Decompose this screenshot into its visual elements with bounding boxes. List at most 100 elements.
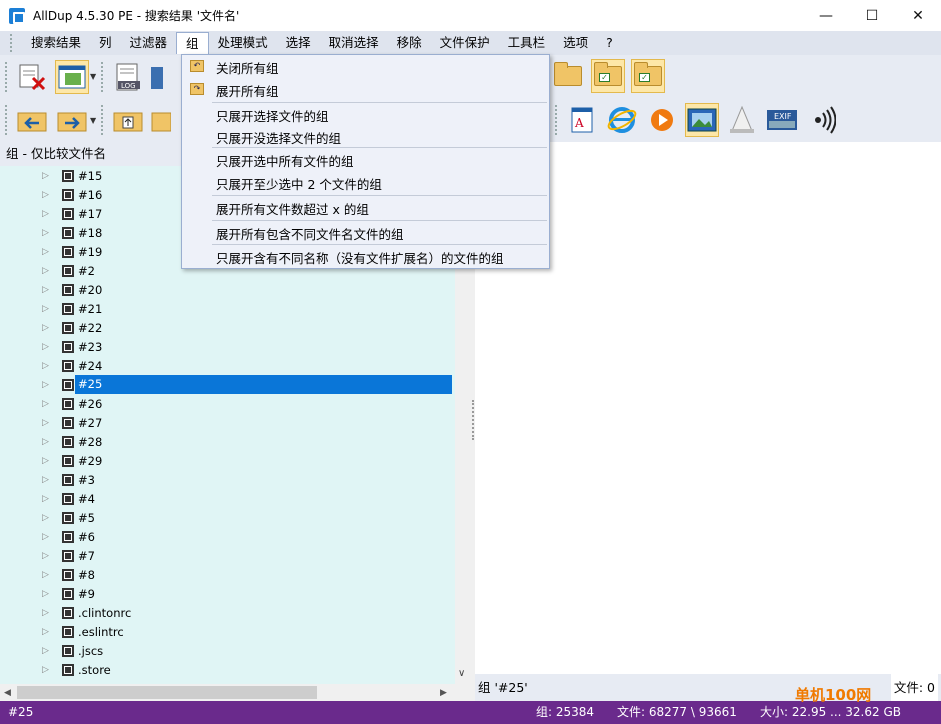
- menu-file-protection[interactable]: 文件保护: [431, 32, 499, 54]
- group-folder-button[interactable]: [551, 59, 585, 93]
- menu-group[interactable]: 组: [176, 32, 209, 54]
- preview-window-button[interactable]: [55, 59, 89, 94]
- group-checkbox[interactable]: [62, 245, 74, 258]
- log-button[interactable]: LOG: [111, 60, 145, 94]
- group-checkbox[interactable]: [62, 378, 74, 391]
- group-checkbox[interactable]: [62, 587, 74, 600]
- group-row[interactable]: ▷ #27: [0, 413, 455, 432]
- group-row[interactable]: ▷ #21: [0, 299, 455, 318]
- group-row[interactable]: ▷ #26: [0, 394, 455, 413]
- group-checkbox[interactable]: [62, 492, 74, 505]
- menu-expand-unselected-groups[interactable]: 只展开没选择文件的组: [216, 128, 341, 147]
- menu-expand-min-two-selected[interactable]: 只展开至少选中 2 个文件的组: [216, 174, 382, 193]
- expand-arrow-icon[interactable]: ▷: [42, 228, 49, 238]
- expand-arrow-icon[interactable]: ▷: [42, 456, 49, 466]
- group-checkbox[interactable]: [62, 264, 74, 277]
- menu-collapse-all-groups[interactable]: 关闭所有组: [216, 58, 279, 77]
- menu-remove[interactable]: 移除: [388, 32, 431, 54]
- group-row[interactable]: ▷ .eslintrc: [0, 622, 455, 641]
- scroll-left-icon[interactable]: ◀: [4, 688, 11, 698]
- group-checkbox[interactable]: [62, 473, 74, 486]
- group-row[interactable]: ▷ #4: [0, 489, 455, 508]
- move-down-folder-button[interactable]: [151, 103, 172, 137]
- group-checkbox[interactable]: [62, 606, 74, 619]
- expand-arrow-icon[interactable]: ▷: [42, 342, 49, 352]
- menu-select[interactable]: 选择: [277, 32, 320, 54]
- expand-arrow-icon[interactable]: ▷: [42, 513, 49, 523]
- menu-search-results[interactable]: 搜索结果: [22, 32, 90, 54]
- group-row[interactable]: ▷ #9: [0, 584, 455, 603]
- expand-arrow-icon[interactable]: ▷: [42, 627, 49, 637]
- expand-arrow-icon[interactable]: ▷: [42, 323, 49, 333]
- media-player-button[interactable]: [645, 103, 679, 137]
- group-checkbox[interactable]: [62, 511, 74, 524]
- menu-expand-over-x-files[interactable]: 展开所有文件数超过 x 的组: [216, 199, 369, 218]
- move-back-button[interactable]: [15, 103, 49, 137]
- scrollbar-thumb[interactable]: [17, 686, 317, 699]
- group-checkbox[interactable]: [62, 359, 74, 372]
- document-viewer-button[interactable]: A: [565, 103, 599, 137]
- group-row[interactable]: ▷ #28: [0, 432, 455, 451]
- expand-arrow-icon[interactable]: ▷: [42, 551, 49, 561]
- menu-expand-different-names[interactable]: 展开所有包含不同文件名文件的组: [216, 224, 404, 243]
- group-row[interactable]: ▷ #8: [0, 565, 455, 584]
- horizontal-scrollbar[interactable]: ◀ ▶: [0, 684, 455, 701]
- expand-arrow-icon[interactable]: ▷: [42, 171, 49, 181]
- group-row[interactable]: ▷ #7: [0, 546, 455, 565]
- exif-button[interactable]: EXIF: [765, 103, 799, 137]
- expand-arrow-icon[interactable]: ▷: [42, 209, 49, 219]
- expand-arrow-icon[interactable]: ▷: [42, 665, 49, 675]
- group-row[interactable]: ▷ #22: [0, 318, 455, 337]
- group-checkbox[interactable]: [62, 663, 74, 676]
- menu-options[interactable]: 选项: [554, 32, 597, 54]
- expand-arrow-icon[interactable]: ▷: [42, 646, 49, 656]
- expand-arrow-icon[interactable]: ▷: [42, 418, 49, 428]
- expand-arrow-icon[interactable]: ▷: [42, 589, 49, 599]
- group-checkbox[interactable]: [62, 454, 74, 467]
- expand-arrow-icon[interactable]: ▷: [42, 437, 49, 447]
- group-row[interactable]: ▷ .clintonrc: [0, 603, 455, 622]
- image-viewer-button[interactable]: [684, 103, 719, 137]
- menu-deselect[interactable]: 取消选择: [320, 32, 388, 54]
- move-up-folder-button[interactable]: [111, 103, 145, 137]
- expand-arrow-icon[interactable]: ▷: [42, 304, 49, 314]
- dropdown-arrow-icon[interactable]: ▼: [90, 72, 96, 81]
- group-row[interactable]: ▷ .jscs: [0, 641, 455, 660]
- group-row[interactable]: ▷ #23: [0, 337, 455, 356]
- menu-process-mode[interactable]: 处理模式: [209, 32, 277, 54]
- group-checkbox[interactable]: [62, 321, 74, 334]
- dropdown-arrow-icon[interactable]: ▼: [90, 116, 96, 125]
- group-row[interactable]: ▷ #20: [0, 280, 455, 299]
- group-row[interactable]: ▷ .store: [0, 660, 455, 679]
- group-row[interactable]: ▷ #3: [0, 470, 455, 489]
- group-row[interactable]: ▷ #6: [0, 527, 455, 546]
- scroll-right-icon[interactable]: ▶: [440, 688, 447, 698]
- group-checkbox[interactable]: [62, 340, 74, 353]
- group-checkbox[interactable]: [62, 169, 74, 182]
- group-checkbox[interactable]: [62, 530, 74, 543]
- group-checkbox[interactable]: [62, 397, 74, 410]
- group-row[interactable]: ▷ #5: [0, 508, 455, 527]
- audio-button[interactable]: [805, 103, 839, 137]
- group-checkbox[interactable]: [62, 188, 74, 201]
- expand-arrow-icon[interactable]: ▷: [42, 475, 49, 485]
- expand-arrow-icon[interactable]: ▷: [42, 247, 49, 257]
- group-checkbox[interactable]: [62, 568, 74, 581]
- expand-arrow-icon[interactable]: ▷: [42, 494, 49, 504]
- group-row[interactable]: ▷ #25: [0, 375, 455, 394]
- expand-arrow-icon[interactable]: ▷: [42, 380, 49, 390]
- expand-arrow-icon[interactable]: ▷: [42, 285, 49, 295]
- select-checked-folder-button[interactable]: ✓: [591, 59, 625, 93]
- expand-arrow-icon[interactable]: ▷: [42, 608, 49, 618]
- menu-expand-selected-groups[interactable]: 只展开选择文件的组: [216, 106, 329, 125]
- browser-button[interactable]: [605, 103, 639, 137]
- group-checkbox[interactable]: [62, 283, 74, 296]
- menu-filter[interactable]: 过滤器: [121, 32, 177, 54]
- menu-help[interactable]: ?: [597, 32, 622, 54]
- expand-arrow-icon[interactable]: ▷: [42, 570, 49, 580]
- menu-expand-all-selected-groups[interactable]: 只展开选中所有文件的组: [216, 151, 354, 170]
- expand-arrow-icon[interactable]: ▷: [42, 399, 49, 409]
- maximize-button[interactable]: ☐: [849, 0, 895, 31]
- expand-arrow-icon[interactable]: ▷: [42, 361, 49, 371]
- minimize-button[interactable]: —: [803, 0, 849, 31]
